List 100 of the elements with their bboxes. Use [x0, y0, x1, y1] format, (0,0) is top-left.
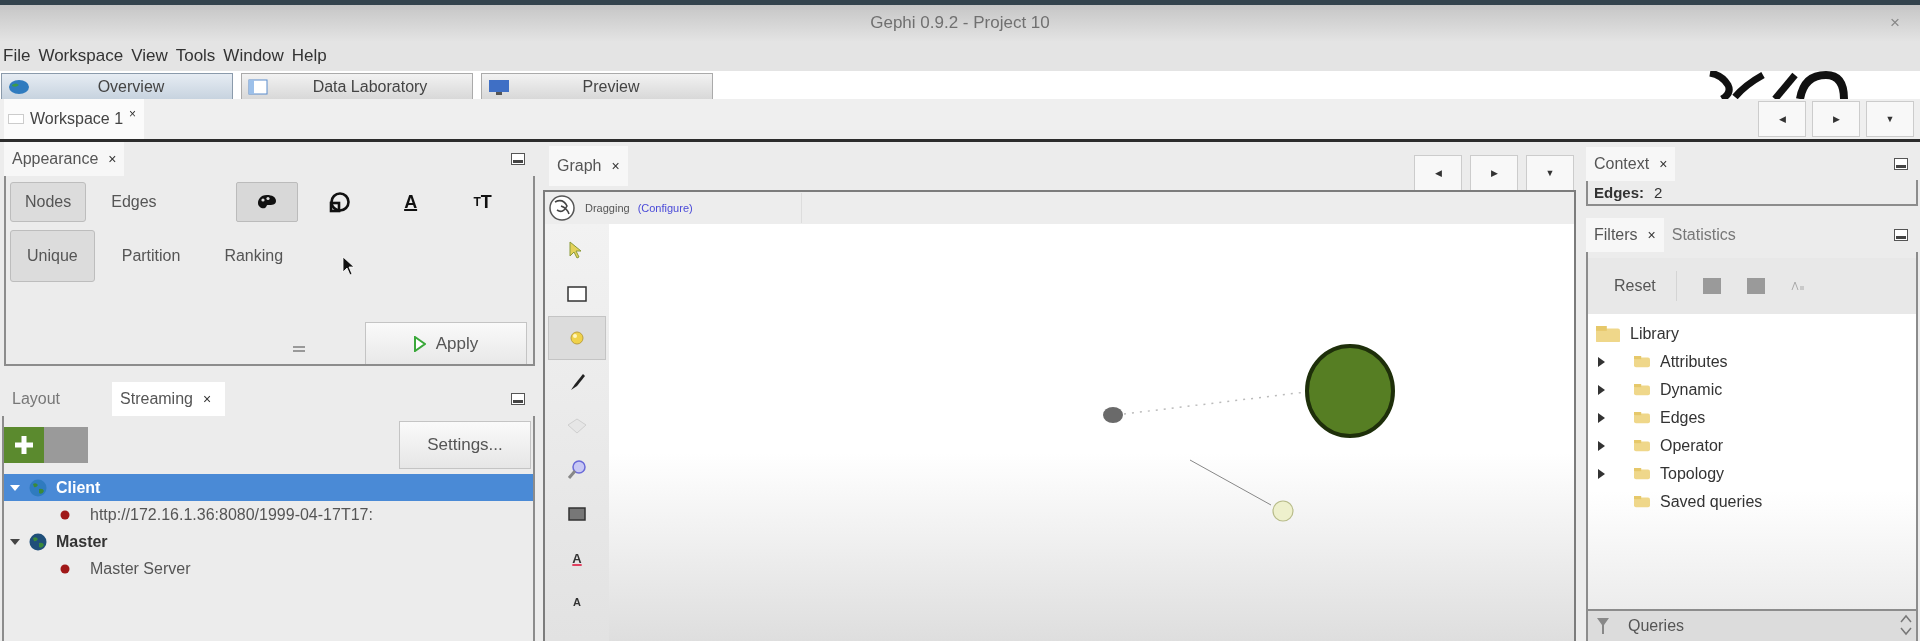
close-button[interactable]: × — [202, 391, 212, 407]
perspective-tab[interactable]: Data Laboratory — [241, 73, 473, 99]
label-color-tool-button[interactable]: A — [548, 536, 606, 580]
apply-button[interactable]: Apply — [365, 322, 527, 364]
tree-item[interactable]: Operator — [1660, 437, 1724, 455]
bullet-icon — [60, 563, 70, 574]
text-search-icon[interactable] — [1790, 281, 1805, 291]
folder-icon — [1634, 412, 1650, 424]
add-button[interactable] — [4, 427, 44, 463]
nav-button[interactable]: ▼ — [1526, 155, 1574, 190]
panel-tab[interactable]: Layout — [4, 382, 75, 416]
tree-item[interactable]: Master — [4, 528, 533, 555]
panel-tab[interactable]: Context × — [1586, 147, 1676, 181]
label-size-tool-button[interactable]: A — [548, 580, 606, 624]
expand-arrow-icon — [1598, 469, 1606, 479]
expand-arrow-icon — [1598, 357, 1606, 367]
square-icon[interactable] — [1702, 278, 1721, 294]
toggle-tab[interactable]: Nodes — [10, 182, 87, 222]
scroll-arrows-icon[interactable] — [1900, 613, 1912, 637]
expand-arrow-icon — [1598, 385, 1606, 395]
globe-icon — [28, 477, 48, 498]
tree-item[interactable]: Edges — [1660, 409, 1706, 427]
minimize-icon — [1894, 158, 1908, 170]
panel-tab[interactable]: Filters × — [1586, 218, 1664, 252]
play-icon — [413, 335, 426, 352]
gephi-logo-icon — [547, 194, 577, 222]
minimize-icon — [511, 153, 525, 165]
menu-item[interactable]: Tools — [174, 46, 217, 66]
document-icon — [8, 114, 24, 124]
nav-button[interactable]: ▶ — [1812, 101, 1860, 137]
reset-button[interactable]: Reset — [1614, 277, 1656, 295]
folder-icon — [1634, 496, 1650, 508]
menu-item[interactable]: View — [130, 46, 169, 66]
nav-button[interactable]: ◀ — [1414, 155, 1462, 190]
tree-item[interactable]: Topology — [1660, 465, 1725, 483]
workspace-tab[interactable]: Workspace 1 × — [4, 99, 145, 139]
menu-item[interactable]: Window — [222, 46, 285, 66]
rectangle-select-icon — [566, 283, 588, 305]
queries-header: Queries — [1628, 617, 1685, 635]
close-button[interactable]: × — [1659, 156, 1668, 172]
expand-arrow-icon — [10, 537, 20, 546]
tree-item[interactable]: Dynamic — [1660, 381, 1723, 399]
tree-item[interactable]: Saved queries — [1660, 493, 1763, 511]
expand-arrow-icon — [1598, 441, 1606, 451]
folder-icon — [1634, 468, 1650, 480]
palette-icon — [256, 194, 277, 210]
close-button[interactable]: × — [129, 107, 137, 121]
nav-button[interactable]: ▼ — [1866, 101, 1914, 137]
folder-icon — [1596, 325, 1620, 343]
zoom-icon — [566, 459, 588, 481]
label-color-button[interactable]: A — [379, 182, 442, 222]
tool-name: Dragging — [585, 202, 630, 214]
mouse-cursor-icon — [342, 256, 356, 276]
expand-arrow-icon — [10, 483, 20, 492]
minimize-icon — [511, 393, 525, 405]
menu-item[interactable]: Help — [290, 46, 328, 66]
globe-icon — [28, 531, 48, 552]
perspective-tab[interactable]: Preview — [481, 73, 713, 99]
color-button[interactable] — [235, 182, 298, 222]
monitor-icon — [488, 78, 510, 95]
funnel-icon — [1596, 617, 1610, 635]
stat-value: 2 — [1654, 183, 1663, 201]
panel-tab[interactable]: Streaming × — [112, 382, 226, 416]
settings-button[interactable]: Settings... — [399, 421, 531, 469]
folder-icon — [1634, 356, 1650, 368]
close-button[interactable]: × — [1647, 227, 1656, 243]
tree-item[interactable]: http://172.16.1.36:8080/1999-04-17T17: — [90, 505, 373, 524]
table-icon — [248, 78, 268, 95]
tree-item[interactable]: Client — [4, 474, 533, 501]
mode-tab[interactable]: Unique — [10, 230, 95, 282]
mode-tab[interactable]: Partition — [104, 230, 198, 282]
bullet-icon — [60, 509, 70, 520]
close-button[interactable]: × — [611, 158, 620, 174]
panel-tab[interactable]: Appearance × — [4, 142, 125, 176]
minimize-icon — [1894, 229, 1908, 241]
stat-label: Edges: — [1594, 183, 1644, 201]
panel-tab[interactable]: Statistics — [1663, 218, 1744, 252]
nav-button[interactable]: ◀ — [1758, 101, 1806, 137]
window-title: Gephi 0.9.2 - Project 10 — [870, 13, 1050, 33]
folder-icon — [1634, 384, 1650, 396]
folder-icon — [1634, 440, 1650, 452]
nav-button[interactable]: ▶ — [1470, 155, 1518, 190]
perspective-tab[interactable]: Overview — [1, 73, 233, 99]
square-icon[interactable] — [1746, 278, 1765, 294]
expand-arrow-icon — [1598, 413, 1606, 423]
globe-icon — [8, 78, 30, 95]
menu-item[interactable]: Workspace — [37, 46, 125, 66]
menu-item[interactable]: File — [2, 46, 32, 66]
panel-tab[interactable]: Graph × — [549, 146, 628, 186]
configure-link[interactable]: (Configure) — [637, 202, 693, 214]
mode-tab[interactable]: Ranking — [207, 230, 301, 282]
drag-handle-icon — [293, 346, 305, 352]
graph-node — [1272, 500, 1294, 522]
tree-item[interactable]: Library — [1630, 325, 1679, 343]
graph-node — [1103, 407, 1123, 423]
toggle-tab[interactable]: Edges — [96, 182, 172, 222]
close-button[interactable]: × — [108, 151, 117, 167]
tree-item[interactable]: Master Server — [90, 559, 191, 578]
label-size-button[interactable]: TT — [451, 182, 514, 222]
tree-item[interactable]: Attributes — [1660, 353, 1728, 371]
